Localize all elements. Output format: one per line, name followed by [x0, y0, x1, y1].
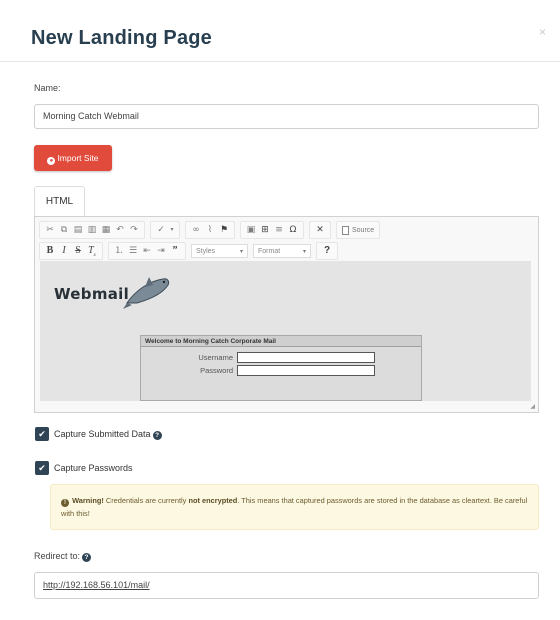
unlink-icon[interactable]: ⌇	[204, 223, 216, 237]
help-button[interactable]: ?	[321, 244, 333, 258]
warning-text: Credentials are currently	[103, 496, 189, 505]
editor-toolbar-row-2: B I S Tx ⒈ ☰ ⇤ ⇥ ” Styles ▾ Format ▾ ?	[39, 242, 343, 260]
chevron-down-icon[interactable]: ▾	[169, 223, 175, 237]
anchor-flag-icon[interactable]: ⚑	[218, 223, 230, 237]
editor-toolbar-row-1: ✂ ⧉ ▤ ▥ ▦ ↶ ↷ ✓ ▾ ∞ ⌇ ⚑ ▣ ⊞ ≡ Ω ✕ Source	[39, 221, 385, 239]
chevron-down-icon: ▾	[302, 248, 306, 255]
help-icon[interactable]: ?	[152, 431, 162, 440]
password-label: Password	[200, 366, 233, 375]
help-group: ?	[316, 242, 338, 260]
link-icon[interactable]: ∞	[190, 223, 202, 237]
blockquote-icon[interactable]: ”	[169, 244, 181, 258]
image-icon[interactable]: ▣	[245, 223, 257, 237]
warning-em: not encrypted	[188, 496, 238, 505]
bulleted-list-icon[interactable]: ☰	[127, 244, 139, 258]
remove-format-button[interactable]: Tx	[86, 244, 98, 258]
paste-icon[interactable]: ▤	[72, 223, 84, 237]
redirect-label: Redirect to:	[34, 551, 81, 561]
maximize-icon[interactable]: ✕	[314, 223, 326, 237]
horizontal-rule-icon[interactable]: ≡	[273, 223, 285, 237]
warning-alert: ! Warning! Credentials are currently not…	[50, 484, 539, 530]
warning-strong: Warning!	[72, 496, 104, 505]
help-icon[interactable]: ?	[82, 553, 92, 562]
strike-button[interactable]: S	[72, 244, 84, 258]
login-panel-title: Welcome to Morning Catch Corporate Mail	[141, 336, 421, 347]
numbered-list-icon[interactable]: ⒈	[113, 244, 125, 258]
source-group: Source	[336, 221, 381, 239]
paste-text-icon[interactable]: ▥	[86, 223, 98, 237]
import-site-label: Import Site	[57, 153, 99, 163]
omega-icon[interactable]: Ω	[287, 223, 299, 237]
italic-button[interactable]: I	[58, 244, 70, 258]
link-group: ∞ ⌇ ⚑	[185, 221, 235, 239]
tab-html[interactable]: HTML	[34, 186, 85, 217]
clipboard-group: ✂ ⧉ ▤ ▥ ▦ ↶ ↷	[39, 221, 145, 239]
capture-data-label: Capture Submitted Data	[54, 429, 151, 439]
format-label: Format	[258, 247, 281, 255]
paragraph-group: ⒈ ☰ ⇤ ⇥ ”	[108, 242, 186, 260]
copy-icon[interactable]: ⧉	[58, 223, 70, 237]
name-label: Name:	[34, 83, 61, 93]
source-button[interactable]: Source	[340, 225, 376, 235]
close-icon[interactable]: ×	[539, 26, 546, 38]
table-icon[interactable]: ⊞	[259, 223, 271, 237]
password-field[interactable]	[237, 365, 375, 376]
styles-select[interactable]: Styles ▾	[191, 244, 248, 258]
redirect-url-input[interactable]: http://192.168.56.101/mail/	[34, 572, 539, 599]
exclamation-circle-icon: !	[61, 499, 69, 507]
webmail-logo-text: Webmail	[54, 285, 130, 303]
username-label: Username	[198, 353, 233, 362]
cut-icon[interactable]: ✂	[44, 223, 56, 237]
fish-logo-icon	[123, 277, 170, 309]
spell-group: ✓ ▾	[150, 221, 180, 239]
redo-icon[interactable]: ↷	[128, 223, 140, 237]
login-panel: Welcome to Morning Catch Corporate Mail …	[140, 335, 422, 401]
styles-label: Styles	[196, 247, 216, 255]
format-select[interactable]: Format ▾	[253, 244, 311, 258]
outdent-icon[interactable]: ⇤	[141, 244, 153, 258]
source-label: Source	[352, 226, 375, 234]
document-icon	[342, 225, 349, 235]
paste-word-icon[interactable]: ▦	[100, 223, 112, 237]
capture-data-checkbox[interactable]: ✔	[35, 427, 49, 441]
capture-passwords-label: Capture Passwords	[54, 463, 133, 473]
capture-passwords-checkbox[interactable]: ✔	[35, 461, 49, 475]
insert-group: ▣ ⊞ ≡ Ω	[240, 221, 304, 239]
resize-handle-icon[interactable]: ◢	[530, 404, 535, 410]
basic-styles-group: B I S Tx	[39, 242, 103, 260]
spellcheck-icon[interactable]: ✓	[155, 223, 167, 237]
capture-data-label-wrap: Capture Submitted Data?	[54, 429, 162, 440]
modal-title: New Landing Page	[31, 27, 213, 49]
tools-group: ✕	[309, 221, 331, 239]
chevron-down-icon: ▾	[239, 248, 243, 255]
username-field[interactable]	[237, 352, 375, 363]
bold-button[interactable]: B	[44, 244, 56, 258]
redirect-label-wrap: Redirect to:?	[34, 551, 92, 562]
styles-group: Styles ▾	[191, 242, 248, 260]
modal-header: New Landing Page ×	[0, 0, 560, 62]
html-editor[interactable]: ✂ ⧉ ▤ ▥ ▦ ↶ ↷ ✓ ▾ ∞ ⌇ ⚑ ▣ ⊞ ≡ Ω ✕ Source…	[34, 216, 539, 413]
undo-icon[interactable]: ↶	[114, 223, 126, 237]
import-site-button[interactable]: ● Import Site	[34, 145, 112, 171]
globe-icon: ●	[47, 157, 56, 165]
indent-icon[interactable]: ⇥	[155, 244, 167, 258]
editor-content-area[interactable]: Webmail Welcome to Morning Catch Corpora…	[40, 261, 531, 401]
name-input[interactable]: Morning Catch Webmail	[34, 104, 539, 129]
format-group: Format ▾	[253, 242, 311, 260]
